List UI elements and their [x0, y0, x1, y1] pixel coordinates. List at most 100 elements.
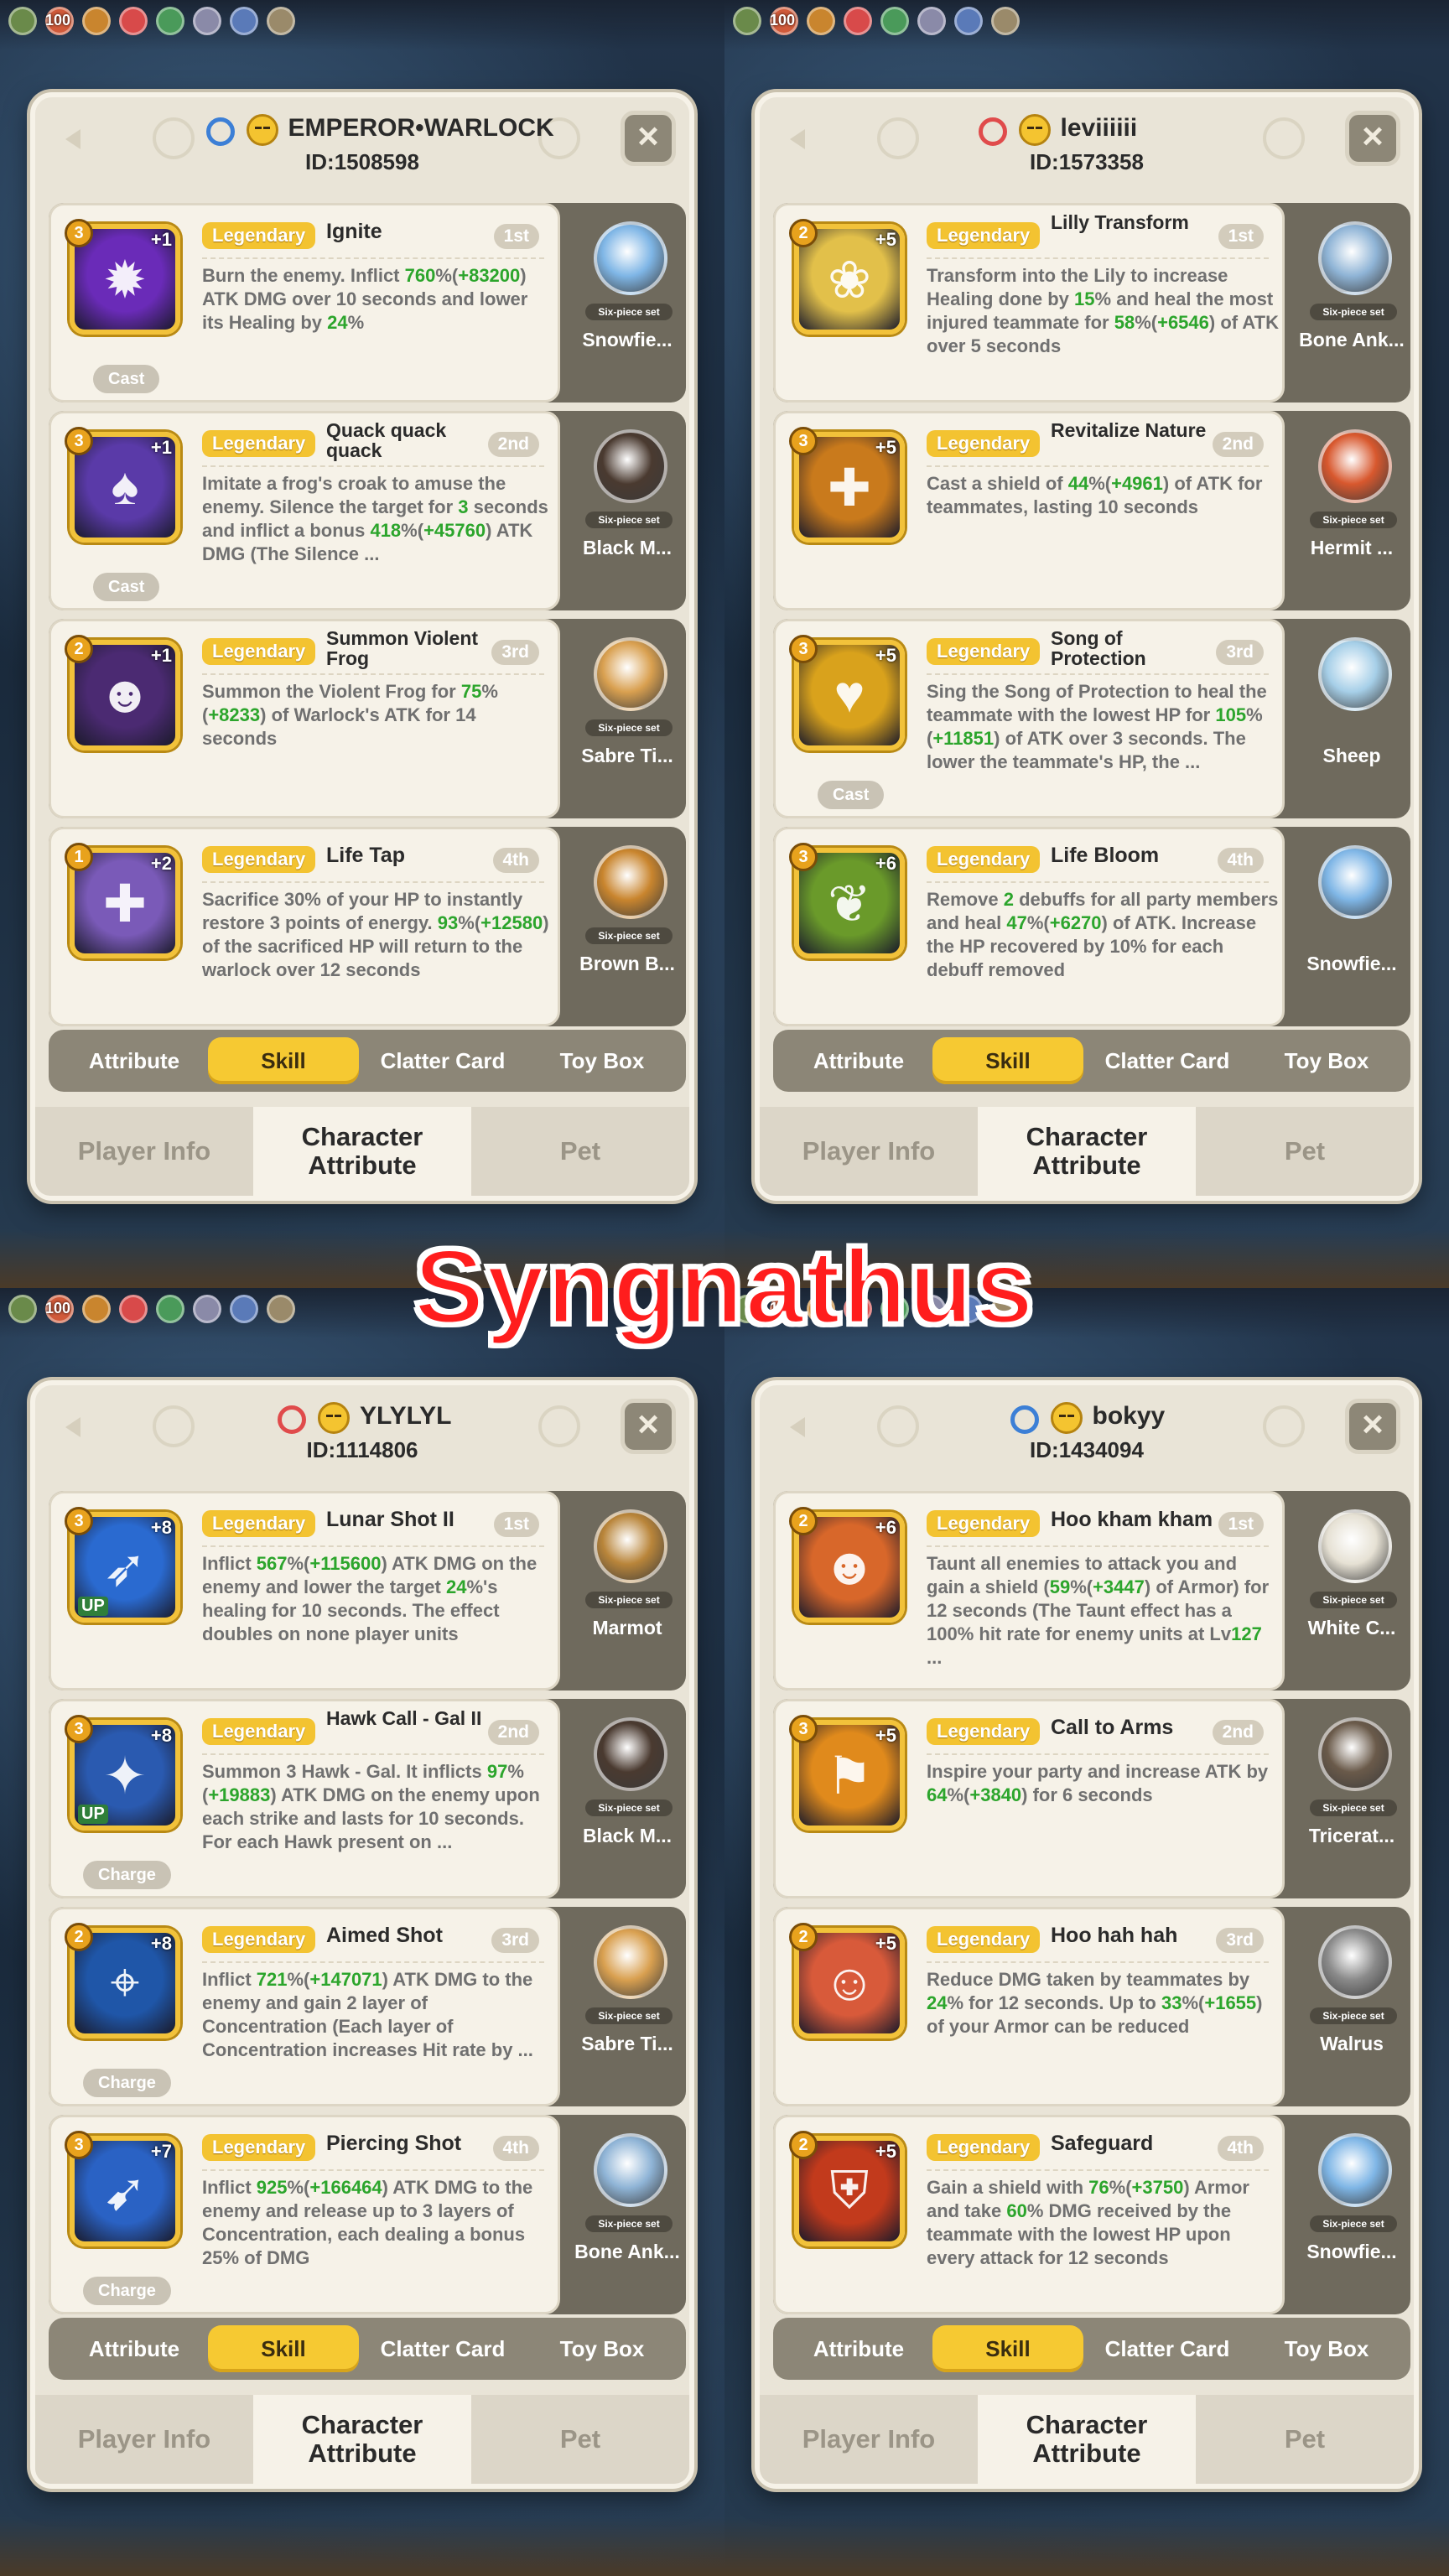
- equipped-pet[interactable]: Snowfie...: [1293, 827, 1410, 1026]
- skill-card[interactable]: ♥ 3 +5 Cast Legendary Song of Protection 3rd Si…: [773, 619, 1410, 818]
- equipped-pet[interactable]: Six-piece set Sabre Ti...: [569, 1907, 686, 2106]
- skill-card[interactable]: ⚑ 3 +5 Legendary Call to Arms 2nd Inspire your…: [773, 1699, 1410, 1898]
- skill-card[interactable]: ❀ 2 +5 Legendary Lilly Transform 1st Transform…: [773, 203, 1410, 402]
- hud-icon[interactable]: [230, 7, 258, 35]
- hud-icon[interactable]: [844, 7, 872, 35]
- skill-detail[interactable]: ✹ 3 +1 Cast Legendary Ignite 1st Burn the enemy…: [49, 203, 560, 402]
- skill-detail[interactable]: ☺ 2 +5 Legendary Hoo hah hah 3rd Reduce DMG ta…: [773, 1907, 1285, 2106]
- equipped-pet[interactable]: Six-piece set Snowfie...: [1293, 2115, 1410, 2314]
- tab-attribute[interactable]: Attribute: [59, 2325, 210, 2372]
- hud-icon[interactable]: [954, 7, 983, 35]
- skill-icon[interactable]: ☺ 2 +5: [789, 1923, 905, 2038]
- hud-icon[interactable]: [880, 7, 909, 35]
- skill-detail[interactable]: ➶ 3 +8 UP Legendary Lunar Shot II 1st Inflict 5…: [49, 1491, 560, 1690]
- tab-toy-box[interactable]: Toy Box: [1251, 2325, 1402, 2372]
- skill-card[interactable]: ♠ 3 +1 Cast Legendary Quack quack quack 2nd Imi…: [49, 411, 686, 610]
- tab-attribute[interactable]: Attribute: [783, 1037, 934, 1084]
- tab-pet[interactable]: Pet: [1196, 2395, 1414, 2484]
- skill-card[interactable]: ☻ 2 +6 Legendary Hoo kham kham 1st Taunt all e…: [773, 1491, 1410, 1690]
- equipped-pet[interactable]: Six-piece set Bone Ank...: [1293, 203, 1410, 402]
- tab-skill[interactable]: Skill: [208, 1037, 359, 1084]
- skill-icon[interactable]: ⌖ 2 +8: [65, 1923, 180, 2038]
- skill-icon[interactable]: ✹ 3 +1: [65, 219, 180, 335]
- skill-icon[interactable]: ➹ 3 +7: [65, 2131, 180, 2246]
- hud-icon[interactable]: [267, 7, 295, 35]
- skill-detail[interactable]: ⛨ 2 +5 Legendary Safeguard 4th Gain a shield w…: [773, 2115, 1285, 2314]
- tab-toy-box[interactable]: Toy Box: [527, 1037, 678, 1084]
- equipped-pet[interactable]: Six-piece set Black M...: [569, 411, 686, 610]
- tab-character-attribute[interactable]: Character Attribute: [978, 1107, 1196, 1196]
- skill-card[interactable]: ☺ 2 +5 Legendary Hoo hah hah 3rd Reduce DMG ta…: [773, 1907, 1410, 2106]
- skill-detail[interactable]: ⌖ 2 +8 Charge Legendary Aimed Shot 3rd Inflict …: [49, 1907, 560, 2106]
- equipped-pet[interactable]: Six-piece set Walrus: [1293, 1907, 1410, 2106]
- skill-icon[interactable]: ☻ 2 +1: [65, 635, 180, 750]
- skill-icon[interactable]: ✚ 1 +2: [65, 843, 180, 958]
- tab-toy-box[interactable]: Toy Box: [1251, 1037, 1402, 1084]
- tab-attribute[interactable]: Attribute: [783, 2325, 934, 2372]
- skill-card[interactable]: ✦ 3 +8 UP Charge Legendary Hawk Call - Gal II 2…: [49, 1699, 686, 1898]
- tab-player-info[interactable]: Player Info: [760, 2395, 978, 2484]
- equipped-pet[interactable]: Six-piece set Tricerat...: [1293, 1699, 1410, 1898]
- skill-icon[interactable]: ♠ 3 +1: [65, 427, 180, 543]
- tab-character-attribute[interactable]: Character Attribute: [253, 2395, 471, 2484]
- skill-detail[interactable]: ☻ 2 +1 Legendary Summon Violent Frog 3rd Summo…: [49, 619, 560, 818]
- tab-character-attribute[interactable]: Character Attribute: [978, 2395, 1196, 2484]
- tab-player-info[interactable]: Player Info: [760, 1107, 978, 1196]
- skill-icon[interactable]: ⛨ 2 +5: [789, 2131, 905, 2246]
- tab-toy-box[interactable]: Toy Box: [527, 2325, 678, 2372]
- tab-pet[interactable]: Pet: [471, 1107, 689, 1196]
- skill-card[interactable]: ⛨ 2 +5 Legendary Safeguard 4th Gain a shield w…: [773, 2115, 1410, 2314]
- hud-icon[interactable]: [8, 7, 37, 35]
- skill-icon[interactable]: ❦ 3 +6: [789, 843, 905, 958]
- equipped-pet[interactable]: Six-piece set Hermit ...: [1293, 411, 1410, 610]
- hud-icon[interactable]: [156, 7, 184, 35]
- skill-detail[interactable]: ⚑ 3 +5 Legendary Call to Arms 2nd Inspire your…: [773, 1699, 1285, 1898]
- skill-icon[interactable]: ☻ 2 +6: [789, 1507, 905, 1623]
- skill-detail[interactable]: ✚ 3 +5 Legendary Revitalize Nature 2nd Cast a …: [773, 411, 1285, 610]
- equipped-pet[interactable]: Six-piece set Bone Ank...: [569, 2115, 686, 2314]
- skill-icon[interactable]: ➶ 3 +8 UP: [65, 1507, 180, 1623]
- skill-card[interactable]: ✚ 1 +2 Legendary Life Tap 4th Sacrifice 30% of…: [49, 827, 686, 1026]
- equipped-pet[interactable]: Six-piece set Marmot: [569, 1491, 686, 1690]
- close-button[interactable]: ×: [621, 111, 676, 166]
- skill-card[interactable]: ❦ 3 +6 Legendary Life Bloom 4th Remove 2 debuf…: [773, 827, 1410, 1026]
- skill-icon[interactable]: ⚑ 3 +5: [789, 1715, 905, 1831]
- tab-pet[interactable]: Pet: [471, 2395, 689, 2484]
- skill-detail[interactable]: ➹ 3 +7 Charge Legendary Piercing Shot 4th Infli…: [49, 2115, 560, 2314]
- skill-detail[interactable]: ♠ 3 +1 Cast Legendary Quack quack quack 2nd Imi…: [49, 411, 560, 610]
- tab-skill[interactable]: Skill: [932, 1037, 1083, 1084]
- equipped-pet[interactable]: Six-piece set Snowfie...: [569, 203, 686, 402]
- tab-attribute[interactable]: Attribute: [59, 1037, 210, 1084]
- equipped-pet[interactable]: Six-piece set Black M...: [569, 1699, 686, 1898]
- equipped-pet[interactable]: Sheep: [1293, 619, 1410, 818]
- tab-player-info[interactable]: Player Info: [35, 1107, 253, 1196]
- skill-detail[interactable]: ❦ 3 +6 Legendary Life Bloom 4th Remove 2 debuf…: [773, 827, 1285, 1026]
- skill-card[interactable]: ⌖ 2 +8 Charge Legendary Aimed Shot 3rd Inflict …: [49, 1907, 686, 2106]
- skill-card[interactable]: ✹ 3 +1 Cast Legendary Ignite 1st Burn the enemy…: [49, 203, 686, 402]
- hud-icon[interactable]: [119, 7, 148, 35]
- equipped-pet[interactable]: Six-piece set Brown B...: [569, 827, 686, 1026]
- hud-icon[interactable]: [807, 7, 835, 35]
- tab-skill[interactable]: Skill: [208, 2325, 359, 2372]
- skill-card[interactable]: ✚ 3 +5 Legendary Revitalize Nature 2nd Cast a …: [773, 411, 1410, 610]
- hud-icon[interactable]: [991, 7, 1020, 35]
- skill-icon[interactable]: ♥ 3 +5: [789, 635, 905, 750]
- tab-clatter-card[interactable]: Clatter Card: [367, 2325, 518, 2372]
- skill-card[interactable]: ☻ 2 +1 Legendary Summon Violent Frog 3rd Summo…: [49, 619, 686, 818]
- close-button[interactable]: ×: [1345, 111, 1400, 166]
- skill-detail[interactable]: ♥ 3 +5 Cast Legendary Song of Protection 3rd Si…: [773, 619, 1285, 818]
- skill-card[interactable]: ➹ 3 +7 Charge Legendary Piercing Shot 4th Infli…: [49, 2115, 686, 2314]
- equipped-pet[interactable]: Six-piece set Sabre Ti...: [569, 619, 686, 818]
- tab-pet[interactable]: Pet: [1196, 1107, 1414, 1196]
- skill-icon[interactable]: ✚ 3 +5: [789, 427, 905, 543]
- tab-clatter-card[interactable]: Clatter Card: [1092, 2325, 1243, 2372]
- hud-icon[interactable]: [917, 7, 946, 35]
- skill-detail[interactable]: ✦ 3 +8 UP Charge Legendary Hawk Call - Gal II 2…: [49, 1699, 560, 1898]
- equipped-pet[interactable]: Six-piece set White C...: [1293, 1491, 1410, 1690]
- tab-clatter-card[interactable]: Clatter Card: [367, 1037, 518, 1084]
- skill-detail[interactable]: ✚ 1 +2 Legendary Life Tap 4th Sacrifice 30% of…: [49, 827, 560, 1026]
- skill-card[interactable]: ➶ 3 +8 UP Legendary Lunar Shot II 1st Inflict 5…: [49, 1491, 686, 1690]
- close-button[interactable]: ×: [621, 1399, 676, 1454]
- skill-detail[interactable]: ☻ 2 +6 Legendary Hoo kham kham 1st Taunt all e…: [773, 1491, 1285, 1690]
- tab-player-info[interactable]: Player Info: [35, 2395, 253, 2484]
